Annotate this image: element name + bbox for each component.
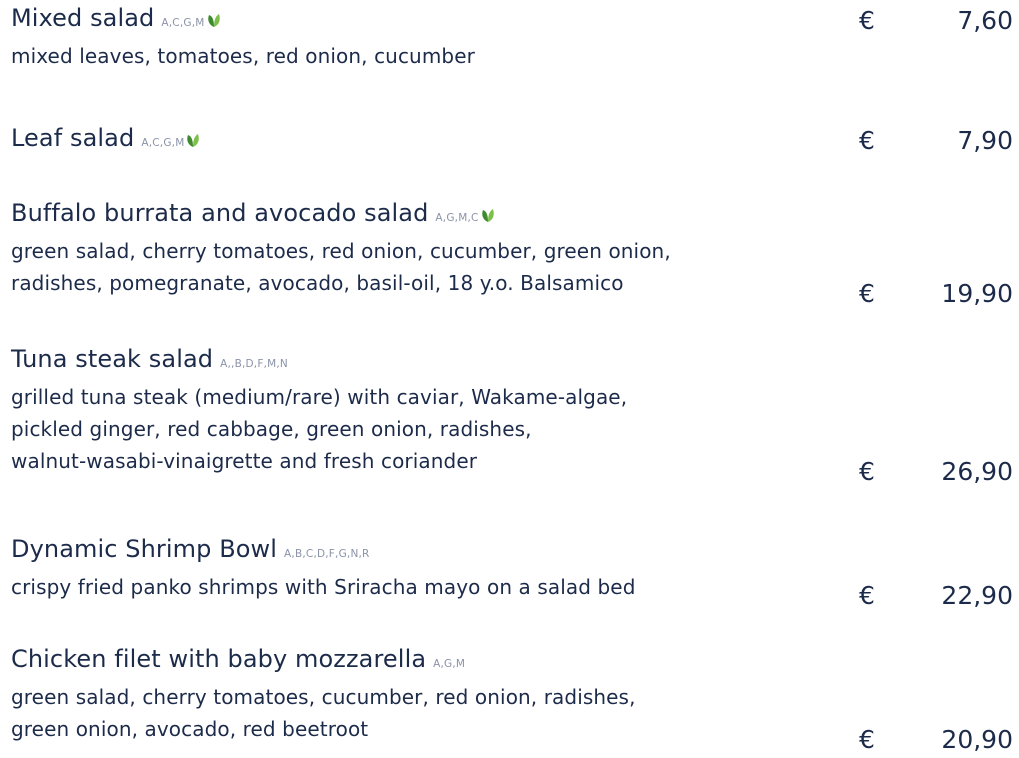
allergen-codes: A,G,M: [433, 658, 466, 670]
item-title: Dynamic Shrimp Bowl: [11, 535, 278, 563]
menu-item-chicken-filet-baby-mozzarella: Chicken filet with baby mozzarella A,G,M…: [11, 645, 1016, 754]
item-description-line: green salad, cherry tomatoes, red onion,…: [11, 239, 671, 263]
item-price: 20,90: [941, 725, 1013, 754]
menu-item-dynamic-shrimp-bowl: Dynamic Shrimp Bowl A,B,C,D,F,G,N,R cris…: [11, 535, 1016, 610]
item-title-line: Dynamic Shrimp Bowl A,B,C,D,F,G,N,R: [11, 535, 1016, 571]
item-title: Chicken filet with baby mozzarella: [11, 645, 427, 673]
item-title-line: Chicken filet with baby mozzarella A,G,M: [11, 645, 1016, 681]
item-title: Buffalo burrata and avocado salad: [11, 199, 429, 227]
item-description-line: mixed leaves, tomatoes, red onion, cucum…: [11, 44, 475, 68]
item-title-line: Buffalo burrata and avocado salad A,G,M,…: [11, 199, 1016, 235]
allergen-codes: A,,B,D,F,M,N: [220, 358, 288, 370]
item-price: 7,60: [957, 6, 1013, 35]
currency-symbol: €: [859, 6, 875, 35]
item-description-line: green salad, cherry tomatoes, cucumber, …: [11, 685, 636, 709]
leaf-icon: [207, 13, 221, 28]
menu-item-tuna-steak-salad: Tuna steak salad A,,B,D,F,M,N grilled tu…: [11, 345, 1016, 486]
currency-symbol: €: [859, 457, 875, 486]
allergen-codes: A,B,C,D,F,G,N,R: [284, 548, 370, 560]
currency-symbol: €: [859, 725, 875, 754]
allergen-codes: A,C,G,M: [141, 137, 185, 149]
menu-item-buffalo-burrata-avocado-salad: Buffalo burrata and avocado salad A,G,M,…: [11, 199, 1016, 308]
menu-item-leaf-salad: Leaf salad A,C,G,M € 7,90: [11, 124, 1016, 160]
currency-symbol: €: [859, 581, 875, 610]
item-title: Leaf salad: [11, 124, 135, 152]
item-description-line: grilled tuna steak (medium/rare) with ca…: [11, 385, 628, 409]
item-description-line: pickled ginger, red cabbage, green onion…: [11, 417, 532, 441]
item-price: 19,90: [941, 279, 1013, 308]
currency-symbol: €: [859, 279, 875, 308]
item-price: 26,90: [941, 457, 1013, 486]
item-price: 7,90: [957, 126, 1013, 155]
item-title: Tuna steak salad: [11, 345, 214, 373]
allergen-codes: A,C,G,M: [161, 17, 205, 29]
currency-symbol: €: [859, 126, 875, 155]
allergen-codes: A,G,M,C: [435, 212, 479, 224]
leaf-icon: [186, 133, 200, 148]
menu-item-mixed-salad: Mixed salad A,C,G,M mixed leaves, tomato…: [11, 4, 1016, 72]
item-title-line: Tuna steak salad A,,B,D,F,M,N: [11, 345, 1016, 381]
item-price: 22,90: [941, 581, 1013, 610]
leaf-icon: [481, 208, 495, 223]
item-title: Mixed salad: [11, 4, 155, 32]
